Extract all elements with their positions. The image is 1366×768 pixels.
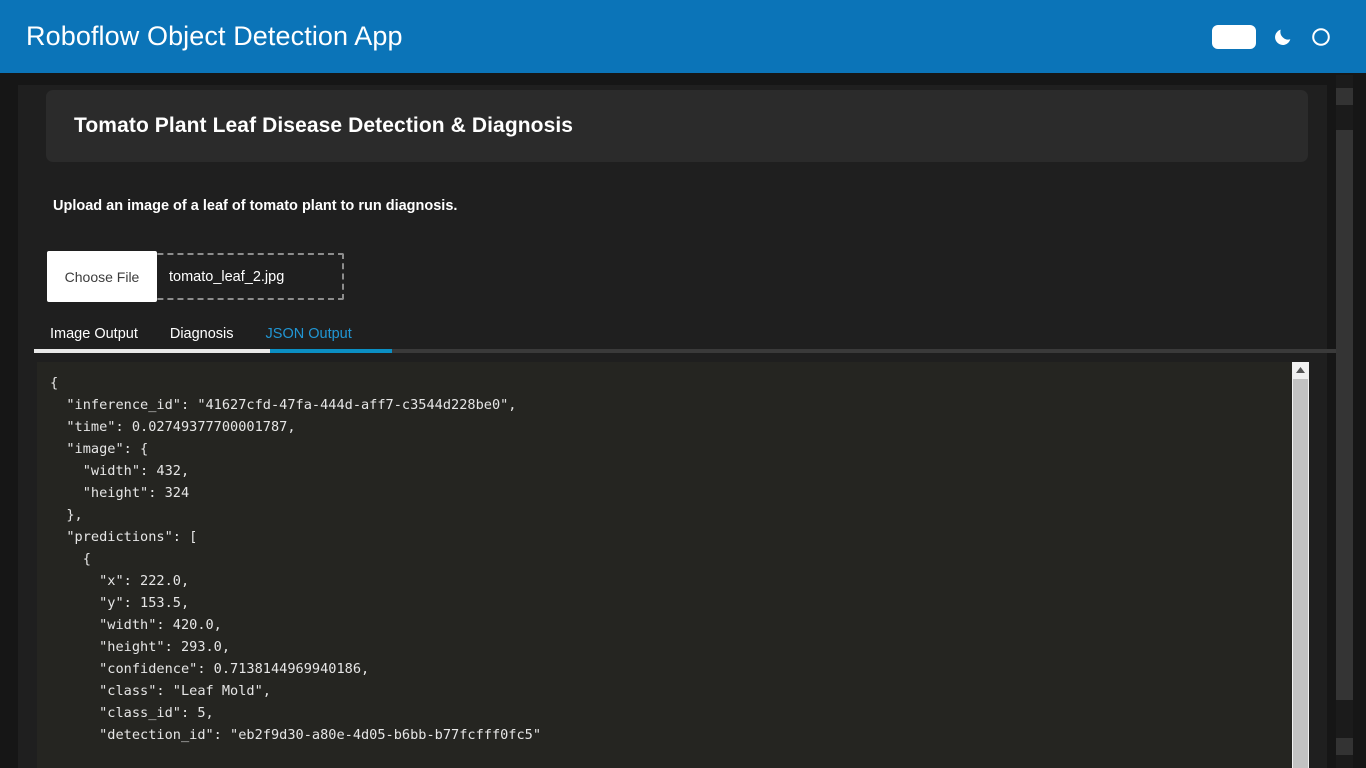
page-scrollbar[interactable] bbox=[1336, 75, 1353, 768]
app-title: Roboflow Object Detection App bbox=[26, 21, 403, 51]
tab-underline bbox=[34, 349, 1336, 353]
circle-icon[interactable] bbox=[1310, 26, 1332, 48]
tab-json-output[interactable]: JSON Output bbox=[250, 318, 368, 348]
main-content-card: Tomato Plant Leaf Disease Detection & Di… bbox=[18, 85, 1336, 768]
page-scroll-up-button[interactable] bbox=[1336, 88, 1353, 105]
tab-underline-active-segment bbox=[270, 349, 392, 353]
json-panel-scrollbar-thumb[interactable] bbox=[1293, 379, 1308, 768]
json-panel-scrollbar[interactable] bbox=[1292, 362, 1309, 768]
json-output-text: { "inference_id": "41627cfd-47fa-444d-af… bbox=[50, 375, 542, 743]
json-output-panel: { "inference_id": "41627cfd-47fa-444d-af… bbox=[37, 362, 1309, 768]
tab-image-output[interactable]: Image Output bbox=[34, 318, 154, 348]
file-upload-dropzone[interactable]: Choose File tomato_leaf_2.jpg bbox=[47, 251, 344, 302]
scroll-up-arrow-icon[interactable] bbox=[1292, 362, 1309, 377]
tab-diagnosis[interactable]: Diagnosis bbox=[154, 318, 250, 348]
upload-instruction-text: Upload an image of a leaf of tomato plan… bbox=[53, 198, 458, 214]
moon-icon[interactable] bbox=[1272, 26, 1294, 48]
running-indicator-toggle[interactable] bbox=[1212, 24, 1256, 49]
tab-underline-inactive-segment bbox=[34, 349, 270, 353]
app-header-bar: Roboflow Object Detection App bbox=[0, 0, 1366, 73]
page-scroll-down-button[interactable] bbox=[1336, 738, 1353, 755]
selected-file-name: tomato_leaf_2.jpg bbox=[169, 268, 285, 285]
page-title: Tomato Plant Leaf Disease Detection & Di… bbox=[74, 114, 574, 137]
page-title-banner: Tomato Plant Leaf Disease Detection & Di… bbox=[46, 90, 1308, 162]
page-scrollbar-thumb[interactable] bbox=[1336, 130, 1353, 700]
app-header-controls bbox=[1212, 24, 1332, 49]
choose-file-button[interactable]: Choose File bbox=[47, 251, 157, 302]
